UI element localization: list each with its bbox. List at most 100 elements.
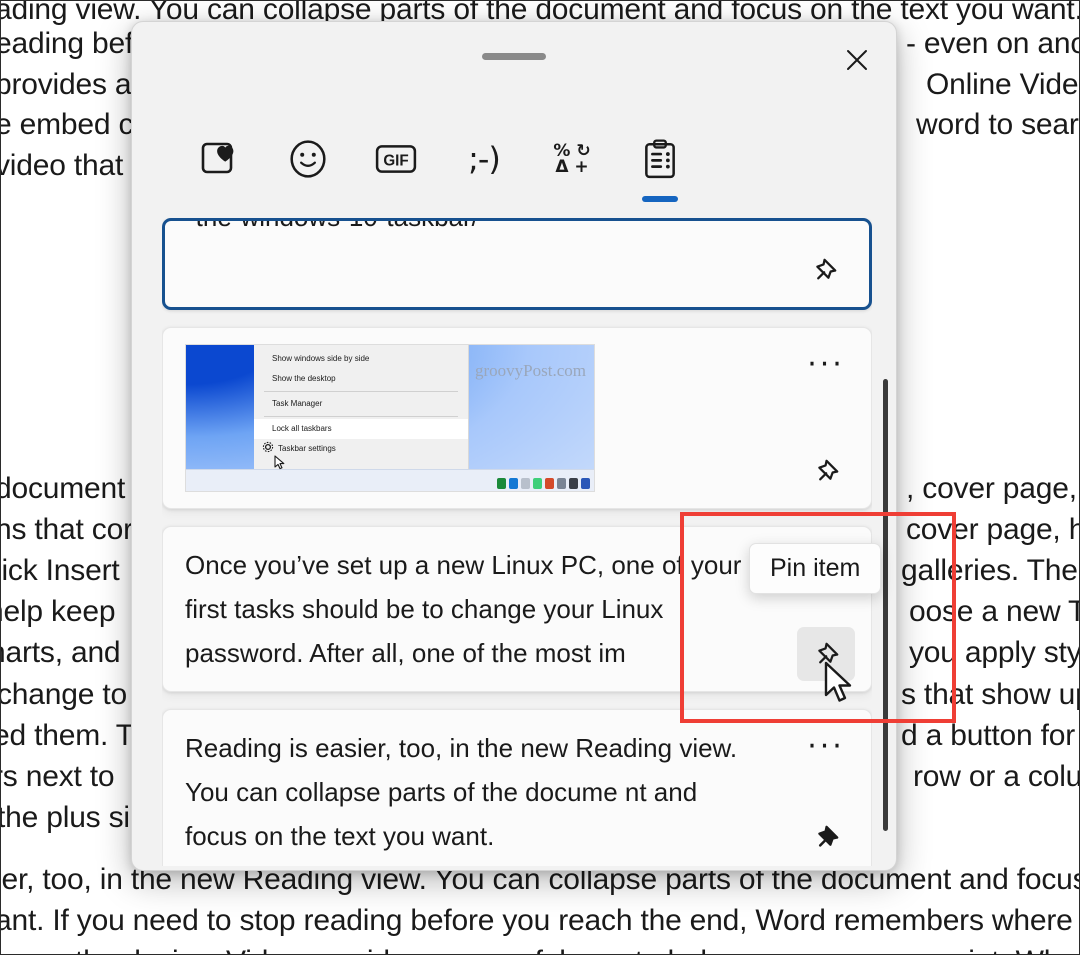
document-text-line: cover page, he [906, 513, 1079, 546]
document-text-line: provides a [1, 68, 132, 101]
tray-icon [533, 478, 542, 489]
clipboard-item-list[interactable]: -the-windows-10-taskbar/ groovyPost.com S… [162, 218, 872, 866]
clipboard-text-item[interactable]: -the-windows-10-taskbar/ [162, 218, 872, 310]
svg-text:GIF: GIF [383, 153, 408, 170]
thumbnail-menu-item: Lock all taskbars [254, 419, 468, 439]
pin-filled-icon [818, 825, 839, 847]
panel-drag-handle[interactable] [482, 53, 546, 60]
clipboard-item-more-button[interactable]: ··· [797, 338, 855, 392]
clipboard-history-panel: GIF ;-) % ↻Δ + -the-windows-10-taskbar/ gr… [131, 21, 897, 871]
thumbnail-menu-item-label: Show the desktop [272, 374, 336, 383]
clipboard-heart-icon [201, 142, 234, 174]
screen: ading view. You can collapse parts of th… [0, 0, 1080, 955]
thumbnail-menu-item: Task Manager [254, 394, 468, 414]
clipboard-image-item[interactable]: groovyPost.com Show windows side by side S… [162, 327, 872, 509]
menu-separator [264, 416, 458, 417]
more-dots-icon: ··· [807, 729, 845, 764]
document-text-line: - even on anot [906, 27, 1079, 60]
tray-icon [497, 478, 506, 489]
tab-gif[interactable]: GIF [352, 126, 440, 204]
kaomoji-glyph: ;-) [468, 140, 501, 178]
pin-outline-icon [816, 258, 837, 280]
close-icon [847, 50, 867, 70]
thumbnail-menu-item-label: Task Manager [272, 399, 323, 408]
close-button[interactable] [834, 38, 880, 82]
thumb-cursor-icon [274, 455, 285, 470]
tab-clipboard-history[interactable] [616, 126, 704, 204]
thumbnail-menu-item: Taskbar settings [254, 439, 468, 459]
document-text-line: you apply style [909, 636, 1079, 669]
gear-icon [262, 441, 274, 461]
tray-icon [545, 478, 554, 489]
panel-scrollbar[interactable] [883, 379, 888, 831]
tab-symbols[interactable]: % ↻ Δ + [528, 126, 616, 204]
clipboard-item-unpin-button[interactable] [797, 810, 855, 864]
clipboard-item-pin-button[interactable] [797, 627, 855, 681]
thumbnail-system-tray [497, 478, 590, 489]
tray-icon [509, 478, 518, 489]
clipboard-list-icon [641, 134, 679, 184]
document-text-line: help keep [1, 595, 116, 628]
clipboard-item-text: Reading is easier, too, in the new Readi… [185, 733, 744, 851]
document-text-line: change to [1, 678, 127, 711]
gif-icon: GIF [375, 145, 417, 173]
more-dots-icon: ··· [807, 347, 845, 382]
tab-kaomoji[interactable]: ;-) [440, 126, 528, 204]
gif-icon: GIF [375, 134, 417, 184]
document-text-line: lick Insert [1, 554, 120, 587]
kaomoji-icon: ;-) [468, 134, 501, 184]
thumbnail-menu-item-label: Lock all taskbars [272, 424, 332, 433]
document-text-line: Online Video, [926, 68, 1079, 101]
document-text-line: the device. Video provides a powerful wa… [75, 945, 1060, 954]
document-text-line: harts, and [1, 636, 121, 669]
tray-icon [557, 478, 566, 489]
tray-icon [521, 478, 530, 489]
thumbnail-taskbar [186, 469, 594, 491]
menu-separator [264, 391, 458, 392]
thumbnail-menu-item: Show windows side by side [254, 349, 468, 369]
document-text-line: document [1, 472, 126, 505]
pin-outline-icon [818, 459, 839, 481]
document-text-line: e embed c [1, 108, 134, 141]
clipboard-item-more-button[interactable]: ··· [797, 720, 855, 774]
smiley-face-icon [290, 140, 326, 178]
clipboard-text-item[interactable]: Reading is easier, too, in the new Readi… [162, 709, 872, 866]
clipboard-list-icon [645, 139, 675, 179]
smiley-face-icon [288, 134, 328, 184]
document-text-line: the plus si [1, 801, 130, 834]
clipboard-heart-icon [200, 134, 240, 184]
document-text-line: row or a colun [913, 760, 1079, 793]
document-text-line: eading bef [1, 27, 134, 60]
clipboard-item-pin-button[interactable] [797, 444, 855, 498]
tray-icon [569, 478, 578, 489]
tab-active-indicator [642, 196, 678, 202]
document-text-line: rs next to [1, 760, 115, 793]
tab-emoji[interactable] [264, 126, 352, 204]
thumbnail-menu-item-label: Taskbar settings [278, 444, 336, 453]
tab-clipboard-favorites[interactable] [176, 126, 264, 204]
tray-icon [581, 478, 590, 489]
document-text-line: video that [1, 149, 124, 182]
thumbnail-menu-item-label: Show windows side by side [272, 354, 370, 363]
document-text-line: galleries. Them [901, 554, 1079, 587]
pin-item-tooltip: Pin item [749, 543, 882, 594]
clipboard-item-text: -the-windows-10-taskbar/ [165, 221, 869, 255]
clipboard-item-pin-button[interactable] [795, 243, 853, 297]
document-text-line: , cover page, a [906, 472, 1079, 505]
gear-icon [262, 441, 274, 453]
tab-strip: GIF ;-) % ↻ Δ + [176, 126, 856, 212]
document-text-line: d a button for l [901, 719, 1079, 752]
thumbnail-watermark: groovyPost.com [475, 361, 586, 380]
document-text-line: ant. If you need to stop reading before … [1, 904, 1079, 937]
pin-outline-icon [818, 642, 839, 664]
clipboard-thumbnail-wrapper: groovyPost.com Show windows side by side S… [163, 328, 871, 508]
document-text-line: oose a new Th [909, 595, 1079, 628]
thumbnail-context-menu: Show windows side by side Show the deskto… [254, 345, 469, 469]
clipboard-thumbnail-image: groovyPost.com Show windows side by side S… [185, 344, 595, 492]
symbols-glyph-bottom: Δ + [555, 157, 589, 177]
document-text-line: ns that cor [1, 513, 133, 546]
document-text-line: ed them. T [1, 719, 134, 752]
document-text-line: word to search [916, 108, 1079, 141]
thumbnail-menu-item: Show the desktop [254, 369, 468, 389]
symbols-glyph: % ↻ Δ + [553, 142, 590, 177]
